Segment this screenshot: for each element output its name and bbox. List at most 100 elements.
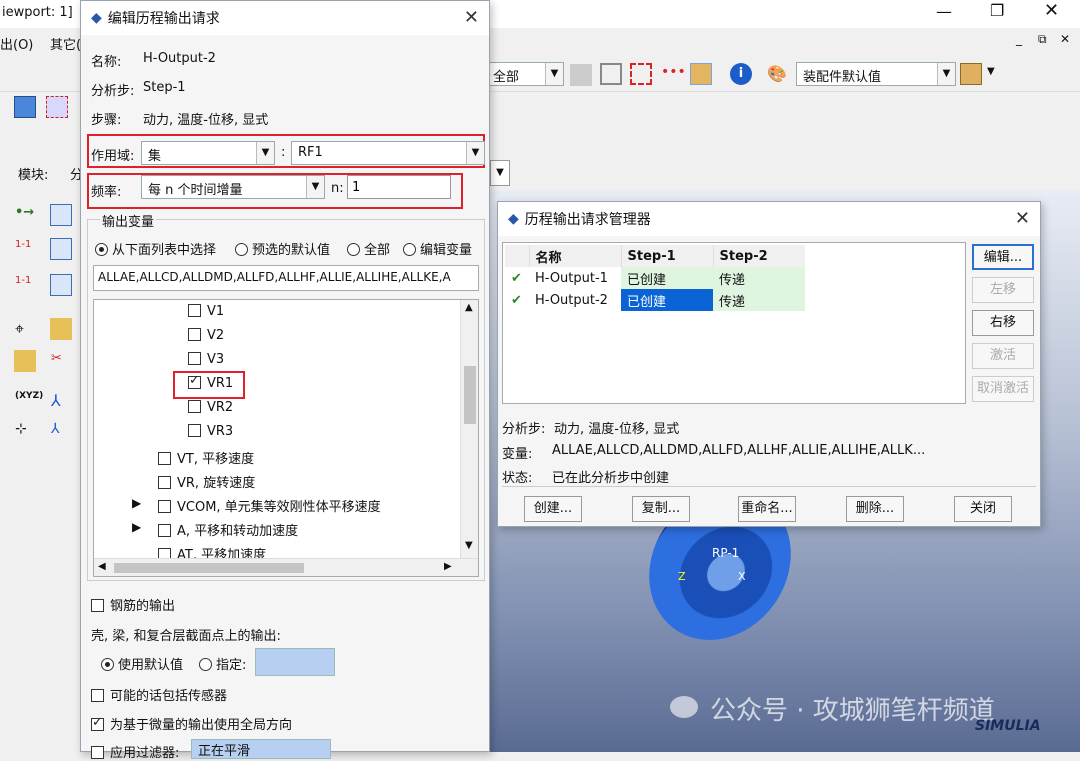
- tree-item[interactable]: VR2: [188, 400, 233, 415]
- assembly-defaults-dropdown[interactable]: 装配件默认值 ▼: [796, 62, 956, 86]
- radio-preselected[interactable]: 预选的默认值: [235, 239, 330, 258]
- box-select-icon[interactable]: [630, 63, 652, 85]
- edit-button[interactable]: 编辑...: [972, 244, 1034, 270]
- mdi-restore-icon[interactable]: ⧉: [1038, 32, 1047, 47]
- radio-edit-vars[interactable]: 编辑变量: [403, 239, 472, 258]
- restore-icon[interactable]: ❐: [990, 1, 1004, 20]
- copy-button[interactable]: 复制...: [632, 496, 690, 522]
- n-input[interactable]: [347, 175, 451, 199]
- move-right-button[interactable]: 右移: [972, 310, 1034, 336]
- row-name[interactable]: H-Output-2: [529, 289, 621, 311]
- tree-item[interactable]: VT, 平移速度: [158, 448, 254, 467]
- specify-input[interactable]: [255, 648, 335, 676]
- close-icon[interactable]: ✕: [464, 7, 479, 28]
- radio-all[interactable]: 全部: [347, 239, 390, 258]
- checkbox-icon[interactable]: [158, 476, 171, 489]
- caret-down-icon[interactable]: ▼: [987, 66, 995, 77]
- checkbox-icon[interactable]: [188, 424, 201, 437]
- filter-dropdown[interactable]: 正在平滑: [191, 739, 331, 759]
- scroll-right-icon[interactable]: ▶: [444, 561, 452, 572]
- deactivate-button[interactable]: 取消激活: [972, 376, 1034, 402]
- checkbox-icon[interactable]: [158, 452, 171, 465]
- row-name[interactable]: H-Output-1: [529, 267, 621, 289]
- radio-specify[interactable]: 指定:: [199, 654, 246, 673]
- row-step1-selected[interactable]: 已创建: [621, 289, 713, 311]
- select-tool-icon[interactable]: [570, 64, 592, 86]
- axes-icon[interactable]: ⅄: [50, 390, 72, 412]
- vars-tree[interactable]: V1V2V3VR1VR2VR3VT, 平移速度VR, 旋转速度▶VCOM, 单元…: [93, 299, 479, 577]
- radio-use-default[interactable]: 使用默认值: [101, 654, 183, 673]
- frequency-dropdown[interactable]: 每 n 个时间增量 ▼: [141, 175, 325, 199]
- rebar-checkbox[interactable]: 钢筋的输出: [91, 595, 175, 614]
- close-icon[interactable]: ✕: [1015, 208, 1030, 229]
- expander-icon[interactable]: ▶: [132, 496, 141, 510]
- bracket-icon[interactable]: [50, 318, 72, 340]
- checkbox-icon[interactable]: [188, 304, 201, 317]
- checkbox-icon[interactable]: [188, 400, 201, 413]
- tree-item[interactable]: ▶ VCOM, 单元集等效刚性体平移速度: [132, 496, 381, 515]
- csys-xyz-icon[interactable]: (XYZ): [14, 390, 43, 412]
- create-button[interactable]: 创建...: [524, 496, 582, 522]
- checkbox-icon[interactable]: [188, 328, 201, 341]
- expander-icon[interactable]: ▶: [132, 520, 141, 534]
- vertical-scrollbar[interactable]: ▲ ▼: [460, 300, 478, 558]
- table-row[interactable]: ✔ H-Output-1 已创建 传递: [505, 267, 805, 289]
- datum-icon[interactable]: ⊹: [14, 420, 36, 442]
- history-output-create-icon[interactable]: •→: [14, 204, 36, 226]
- checkbox-icon[interactable]: [158, 500, 171, 513]
- close-button[interactable]: 关闭: [954, 496, 1012, 522]
- rename-button[interactable]: 重命名...: [738, 496, 796, 522]
- bolt-icon[interactable]: [14, 350, 36, 372]
- close-window-icon[interactable]: ✕: [1044, 0, 1059, 21]
- vars-text-field[interactable]: ALLAE,ALLCD,ALLDMD,ALLFD,ALLHF,ALLIE,ALL…: [93, 265, 479, 291]
- field-output-icon[interactable]: 1-1: [14, 238, 36, 260]
- scroll-up-icon[interactable]: ▲: [465, 302, 473, 313]
- radio-select-from-list[interactable]: 从下面列表中选择: [95, 239, 216, 258]
- global-direction-checkbox[interactable]: 为基于微量的输出使用全局方向: [91, 714, 292, 733]
- tree-item[interactable]: ▶ A, 平移和转动加速度: [132, 520, 298, 539]
- select-filter-dropdown[interactable]: 全部 ▼: [486, 62, 564, 86]
- block-icon[interactable]: [690, 63, 712, 85]
- points-select-icon[interactable]: •••: [660, 63, 686, 85]
- info-icon[interactable]: i: [730, 63, 752, 85]
- row-step2[interactable]: 传递: [713, 289, 805, 311]
- scroll-thumb[interactable]: [464, 366, 476, 424]
- cube-view-icon[interactable]: [960, 63, 982, 85]
- checkbox-icon[interactable]: [188, 352, 201, 365]
- checkbox-icon[interactable]: [158, 524, 171, 537]
- palette-icon[interactable]: 🎨: [766, 63, 788, 85]
- activate-button[interactable]: 激活: [972, 343, 1034, 369]
- tree-item[interactable]: V2: [188, 328, 224, 343]
- module-dropdown-arrow[interactable]: ▼: [490, 160, 510, 186]
- field-output-manager-icon[interactable]: [50, 238, 72, 260]
- row-step2[interactable]: 传递: [713, 267, 805, 289]
- cursor-icon[interactable]: ⌖: [14, 318, 36, 340]
- integrated-output-icon[interactable]: 1-1: [14, 274, 36, 296]
- table-row[interactable]: ✔ H-Output-2 已创建 传递: [505, 289, 805, 311]
- delete-button[interactable]: 删除...: [846, 496, 904, 522]
- history-output-manager-icon[interactable]: [50, 204, 72, 226]
- sensor-checkbox[interactable]: 可能的话包括传感器: [91, 685, 227, 704]
- menu-item-output[interactable]: 出(O): [0, 34, 33, 53]
- domain-set-dropdown[interactable]: RF1 ▼: [291, 141, 485, 165]
- domain-type-dropdown[interactable]: 集 ▼: [141, 141, 275, 165]
- datum-axis-icon[interactable]: ⅄: [50, 420, 72, 442]
- move-left-button[interactable]: 左移: [972, 277, 1034, 303]
- integrated-output-manager-icon[interactable]: [50, 274, 72, 296]
- horizontal-scrollbar[interactable]: ◀ ▶: [94, 558, 478, 576]
- mdi-minimize-icon[interactable]: _: [1016, 32, 1022, 46]
- hscroll-thumb[interactable]: [114, 563, 304, 573]
- cube-blue-icon[interactable]: [14, 96, 36, 118]
- mdi-close-icon[interactable]: ✕: [1060, 32, 1070, 46]
- tree-item[interactable]: VR3: [188, 424, 233, 439]
- menu-item-other[interactable]: 其它(: [50, 34, 81, 53]
- cube-red-icon[interactable]: [46, 96, 68, 118]
- scroll-left-icon[interactable]: ◀: [98, 561, 106, 572]
- scroll-down-icon[interactable]: ▼: [465, 540, 473, 551]
- tree-item[interactable]: VR, 旋转速度: [158, 472, 255, 491]
- tree-item[interactable]: V3: [188, 352, 224, 367]
- row-step1[interactable]: 已创建: [621, 267, 713, 289]
- tree-item[interactable]: V1: [188, 304, 224, 319]
- minimize-icon[interactable]: —: [936, 2, 952, 21]
- cut-icon[interactable]: ✂: [50, 350, 72, 372]
